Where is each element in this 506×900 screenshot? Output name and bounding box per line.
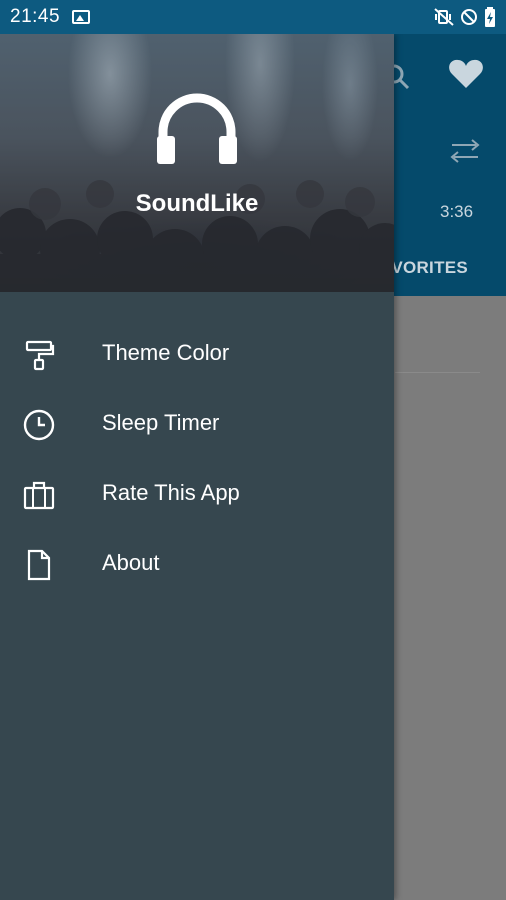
drawer-header: SoundLike <box>0 34 394 292</box>
menu-item-about[interactable]: About <box>0 528 394 598</box>
heart-icon[interactable] <box>448 58 484 90</box>
menu-item-sleep-timer[interactable]: Sleep Timer <box>0 388 394 458</box>
battery-charging-icon <box>485 7 495 27</box>
clock-icon <box>22 408 56 442</box>
menu-item-label: Sleep Timer <box>102 410 220 435</box>
status-time: 21:45 <box>10 6 61 27</box>
status-bar: 21:45 <box>0 0 506 34</box>
menu-item-label: Rate This App <box>102 480 240 505</box>
shuffle-icon[interactable] <box>450 138 480 164</box>
image-icon <box>72 10 91 24</box>
status-icons <box>434 7 496 27</box>
navigation-drawer: SoundLike Theme Color Sleep Timer Rate T… <box>0 34 394 900</box>
track-duration: 3:36 <box>440 202 474 221</box>
briefcase-icon <box>22 478 56 512</box>
menu-item-label: Theme Color <box>102 340 230 365</box>
headphones-icon <box>157 93 237 164</box>
menu-item-rate-app[interactable]: Rate This App <box>0 458 394 528</box>
mute-vibrate-icon <box>434 8 454 26</box>
app-name: SoundLike <box>135 190 259 217</box>
menu-item-label: About <box>102 550 160 575</box>
list-divider <box>395 372 480 373</box>
paint-roller-icon <box>22 338 56 372</box>
document-icon <box>22 548 56 582</box>
drawer-menu: Theme Color Sleep Timer Rate This App Ab… <box>0 318 394 598</box>
menu-item-theme-color[interactable]: Theme Color <box>0 318 394 388</box>
do-not-disturb-icon <box>461 9 477 25</box>
